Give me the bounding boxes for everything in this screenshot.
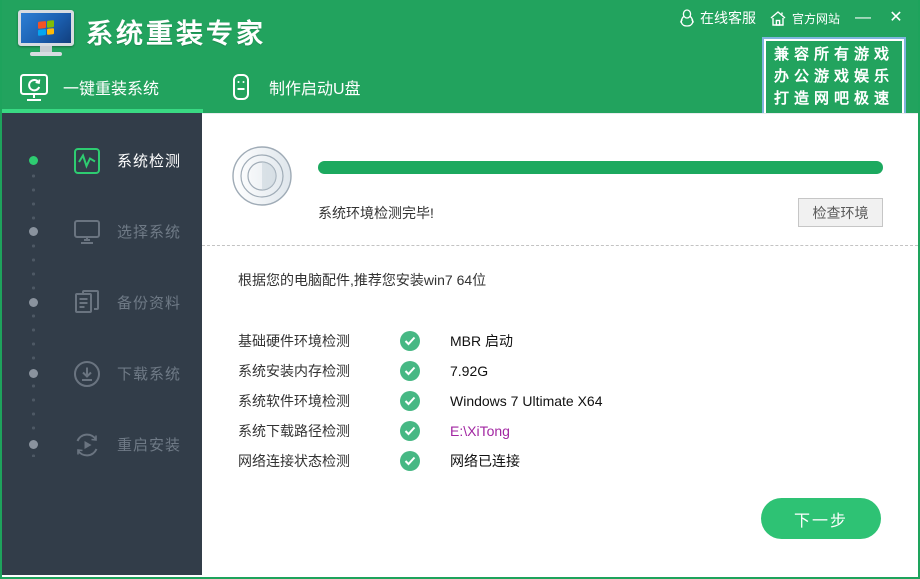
usb-drive-icon	[233, 74, 249, 100]
step-label: 下载系统	[117, 366, 182, 383]
sidebar-steps-nav: 系统检测 选择系统 备份资料 下载系统 重启安装	[2, 113, 202, 575]
step-dot	[29, 156, 38, 165]
pulse-monitor-icon	[74, 147, 100, 174]
app-window: 系统重装专家 在线客服 官方网站 — ✕ 兼容所有游戏 办公游戏娱乐 打造网吧极…	[0, 0, 920, 579]
check-label: 网络连接状态检测	[238, 453, 350, 469]
step-label: 备份资料	[117, 295, 182, 312]
check-success-icon	[400, 391, 420, 411]
home-icon	[770, 10, 786, 26]
header: 系统重装专家 在线客服 官方网站 — ✕ 兼容所有游戏 办公游戏娱乐 打造网吧极…	[2, 0, 918, 117]
check-label: 系统软件环境检测	[238, 393, 350, 409]
check-value: Windows 7 Ultimate X64	[450, 393, 603, 409]
sidebar-step-choose-system[interactable]: 选择系统	[2, 196, 202, 267]
tab-label: 一键重装系统	[63, 81, 160, 98]
check-row-network: 网络连接状态检测 网络已连接	[238, 446, 918, 476]
check-success-icon	[400, 421, 420, 441]
close-button[interactable]: ✕	[886, 8, 906, 28]
check-row-download-path: 系统下载路径检测 E:\XiTong	[238, 416, 918, 446]
step-label: 系统检测	[117, 153, 182, 170]
app-logo-icon	[18, 10, 74, 56]
sidebar-step-system-detect[interactable]: 系统检测	[2, 125, 202, 196]
step-label: 选择系统	[117, 224, 182, 241]
radar-scan-icon	[232, 146, 292, 206]
detection-panel: 系统环境检测完毕! 检查环境	[202, 114, 918, 246]
sidebar-step-restart-install[interactable]: 重启安装	[2, 409, 202, 480]
restart-play-icon	[76, 433, 98, 456]
progress-fill	[318, 161, 883, 174]
monitor-icon	[74, 219, 100, 244]
main-content: 系统环境检测完毕! 检查环境 根据您的电脑配件,推荐您安装win7 64位 基础…	[202, 113, 918, 575]
monitor-refresh-icon	[20, 74, 48, 101]
tab-label: 制作启动U盘	[269, 81, 361, 98]
detection-status-text: 系统环境检测完毕!	[318, 205, 434, 221]
online-service-label: 在线客服	[699, 10, 756, 26]
check-row-software: 系统软件环境检测 Windows 7 Ultimate X64	[238, 386, 918, 416]
documents-icon	[75, 289, 99, 313]
check-row-hardware: 基础硬件环境检测 MBR 启动	[238, 326, 918, 356]
check-success-icon	[400, 451, 420, 471]
step-dot	[29, 227, 38, 236]
check-label: 系统安装内存检测	[238, 363, 350, 379]
official-site-link[interactable]: 官方网站	[769, 10, 840, 27]
check-success-icon	[400, 331, 420, 351]
download-path-value: E:\XiTong	[450, 423, 510, 439]
next-step-button[interactable]: 下一步	[761, 498, 881, 539]
progress-bar	[318, 161, 883, 174]
qq-penguin-icon	[679, 9, 695, 27]
step-dot	[29, 440, 38, 449]
step-dot	[29, 369, 38, 378]
step-dot	[29, 298, 38, 307]
check-row-memory: 系统安装内存检测 7.92G	[238, 356, 918, 386]
promo-banner: 兼容所有游戏 办公游戏娱乐 打造网吧极速	[761, 37, 906, 117]
check-success-icon	[400, 361, 420, 381]
sidebar-step-download-system[interactable]: 下载系统	[2, 338, 202, 409]
online-service-link[interactable]: 在线客服	[679, 8, 756, 28]
tab-one-click-reinstall[interactable]: 一键重装系统	[18, 72, 208, 102]
check-value: 7.92G	[450, 363, 489, 379]
official-site-label: 官方网站	[791, 11, 840, 26]
recommendation-text: 根据您的电脑配件,推荐您安装win7 64位	[238, 272, 487, 288]
promo-line-3: 打造网吧极速	[773, 90, 894, 107]
promo-line-2: 办公游戏娱乐	[773, 68, 894, 85]
minimize-button[interactable]: —	[853, 8, 873, 28]
check-label: 基础硬件环境检测	[238, 333, 350, 349]
tab-make-boot-usb[interactable]: 制作启动U盘	[226, 72, 361, 102]
app-title: 系统重装专家	[86, 18, 266, 49]
check-label: 系统下载路径检测	[238, 423, 350, 439]
download-icon	[74, 360, 100, 387]
step-label: 重启安装	[117, 437, 182, 454]
sidebar-step-backup-data[interactable]: 备份资料	[2, 267, 202, 338]
check-value: MBR 启动	[450, 333, 513, 349]
promo-line-1: 兼容所有游戏	[773, 46, 894, 63]
check-environment-button[interactable]: 检查环境	[798, 198, 883, 227]
check-value: 网络已连接	[450, 453, 520, 469]
